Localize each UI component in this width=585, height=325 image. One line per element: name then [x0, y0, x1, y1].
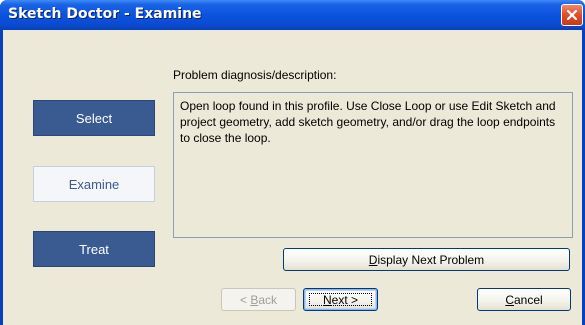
nav-treat-button[interactable]: Treat [33, 231, 155, 267]
window-title: Sketch Doctor - Examine [8, 6, 202, 22]
display-next-mnemonic: D [368, 252, 378, 267]
cancel-button[interactable]: Cancel [477, 288, 571, 311]
back-label: ack [258, 292, 278, 307]
nav-select-label: Select [75, 110, 113, 126]
nav-examine-label: Examine [68, 176, 120, 192]
back-button[interactable]: < Back [221, 288, 296, 311]
nav-select-button[interactable]: Select [33, 100, 155, 136]
nav-examine-button[interactable]: Examine [33, 166, 155, 202]
cancel-label: ancel [513, 292, 543, 307]
description-textbox[interactable]: Open loop found in this profile. Use Clo… [173, 92, 573, 238]
next-button[interactable]: Next > [303, 288, 378, 311]
dialog-client-area: Select Examine Treat Problem diagnosis/d… [3, 30, 582, 325]
close-icon [566, 9, 578, 21]
description-text: Open loop found in this profile. Use Clo… [180, 99, 556, 145]
title-bar[interactable]: Sketch Doctor - Examine [0, 0, 585, 30]
close-button[interactable] [561, 4, 583, 26]
cancel-mnemonic: C [505, 292, 514, 307]
back-mnemonic: B [250, 292, 259, 307]
back-prefix: < [239, 292, 251, 307]
dialog-window: Sketch Doctor - Examine Select Examine T… [0, 0, 585, 325]
nav-treat-label: Treat [79, 241, 109, 257]
description-label: Problem diagnosis/description: [173, 68, 337, 82]
focus-rectangle [309, 293, 372, 306]
display-next-label: isplay Next Problem [377, 252, 485, 267]
display-next-problem-button[interactable]: Display Next Problem [283, 248, 570, 271]
